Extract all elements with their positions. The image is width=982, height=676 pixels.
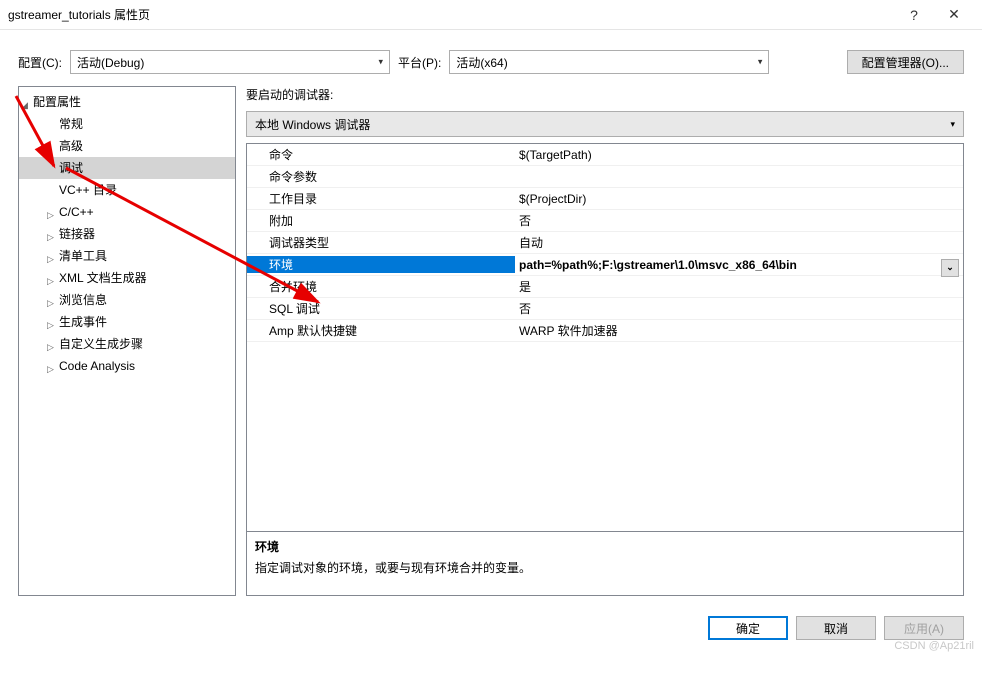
tree-item-2[interactable]: 调试 bbox=[19, 157, 235, 179]
cancel-button[interactable]: 取消 bbox=[796, 616, 876, 640]
prop-val[interactable]: WARP 软件加速器 bbox=[515, 322, 963, 339]
tree-item-label: 链接器 bbox=[59, 227, 95, 241]
prop-row-0[interactable]: 命令$(TargetPath) bbox=[247, 144, 963, 166]
tree-root[interactable]: ◢ 配置属性 bbox=[19, 91, 235, 113]
chevron-down-icon: ▾ bbox=[378, 57, 383, 68]
tree-item-label: C/C++ bbox=[59, 205, 94, 219]
chevron-down-icon: ▾ bbox=[950, 119, 955, 130]
expand-icon[interactable]: ▷ bbox=[47, 337, 54, 357]
platform-value: 活动(x64) bbox=[456, 54, 507, 71]
footer: 确定 取消 应用(A) bbox=[0, 606, 982, 650]
tree-item-label: 自定义生成步骤 bbox=[59, 337, 143, 351]
prop-row-2[interactable]: 工作目录$(ProjectDir) bbox=[247, 188, 963, 210]
chevron-down-icon: ▾ bbox=[758, 57, 763, 68]
tree-item-3[interactable]: VC++ 目录 bbox=[19, 179, 235, 201]
titlebar: gstreamer_tutorials 属性页 ? ✕ bbox=[0, 0, 982, 30]
property-tree[interactable]: ◢ 配置属性 常规高级调试 VC++ 目录 ▷ C/C++ ▷ 链接器 ▷ 清单工具 ▷ XML … bbox=[18, 86, 236, 596]
tree-item-8[interactable]: ▷ 浏览信息 bbox=[19, 289, 235, 311]
config-manager-button[interactable]: 配置管理器(O)... bbox=[847, 50, 964, 74]
description-panel: 环境 指定调试对象的环境，或要与现有环境合并的变量。 bbox=[247, 531, 963, 595]
expand-icon[interactable]: ▷ bbox=[47, 271, 54, 291]
tree-root-label: 配置属性 bbox=[33, 95, 81, 109]
debugger-label: 要启动的调试器: bbox=[246, 86, 964, 105]
prop-val[interactable]: 自动 bbox=[515, 234, 963, 251]
prop-key: Amp 默认快捷键 bbox=[247, 322, 515, 339]
prop-val[interactable]: $(TargetPath) bbox=[515, 148, 963, 162]
tree-item-label: XML 文档生成器 bbox=[59, 271, 147, 285]
desc-title: 环境 bbox=[255, 538, 955, 555]
tree-item-label: 生成事件 bbox=[59, 315, 107, 329]
expand-icon[interactable]: ▷ bbox=[47, 293, 54, 313]
properties-list[interactable]: 命令$(TargetPath)命令参数工作目录$(ProjectDir)附加否调… bbox=[247, 144, 963, 531]
expand-icon[interactable]: ▷ bbox=[47, 359, 54, 379]
prop-row-1[interactable]: 命令参数 bbox=[247, 166, 963, 188]
debugger-value: 本地 Windows 调试器 bbox=[255, 116, 370, 133]
tree-item-label: VC++ 目录 bbox=[59, 183, 117, 197]
prop-row-8[interactable]: Amp 默认快捷键WARP 软件加速器 bbox=[247, 320, 963, 342]
prop-key: 调试器类型 bbox=[247, 234, 515, 251]
close-button[interactable]: ✕ bbox=[934, 0, 974, 30]
prop-key: 命令 bbox=[247, 146, 515, 163]
desc-text: 指定调试对象的环境，或要与现有环境合并的变量。 bbox=[255, 559, 955, 576]
prop-val[interactable]: 否 bbox=[515, 300, 963, 317]
prop-row-3[interactable]: 附加否 bbox=[247, 210, 963, 232]
platform-label: 平台(P): bbox=[398, 54, 441, 71]
expand-icon[interactable]: ▷ bbox=[47, 227, 54, 247]
prop-val[interactable]: 否 bbox=[515, 212, 963, 229]
debugger-select[interactable]: 本地 Windows 调试器 ▾ bbox=[246, 111, 964, 137]
help-button[interactable]: ? bbox=[894, 0, 934, 30]
expand-icon[interactable]: ▷ bbox=[47, 315, 54, 335]
tree-item-0[interactable]: 常规 bbox=[19, 113, 235, 135]
right-panel: 要启动的调试器: 本地 Windows 调试器 ▾ 命令$(TargetPath… bbox=[246, 86, 964, 596]
tree-item-11[interactable]: ▷ Code Analysis bbox=[19, 355, 235, 377]
prop-val[interactable]: $(ProjectDir) bbox=[515, 192, 963, 206]
prop-val[interactable]: 是 bbox=[515, 278, 963, 295]
tree-item-6[interactable]: ▷ 清单工具 bbox=[19, 245, 235, 267]
config-label: 配置(C): bbox=[18, 54, 62, 71]
prop-row-6[interactable]: 合并环境是 bbox=[247, 276, 963, 298]
config-value: 活动(Debug) bbox=[77, 54, 144, 71]
platform-select[interactable]: 活动(x64) ▾ bbox=[449, 50, 769, 74]
tree-item-9[interactable]: ▷ 生成事件 bbox=[19, 311, 235, 333]
tree-item-label: 浏览信息 bbox=[59, 293, 107, 307]
prop-row-7[interactable]: SQL 调试否 bbox=[247, 298, 963, 320]
tree-item-7[interactable]: ▷ XML 文档生成器 bbox=[19, 267, 235, 289]
properties-panel: 命令$(TargetPath)命令参数工作目录$(ProjectDir)附加否调… bbox=[246, 143, 964, 596]
main-area: ◢ 配置属性 常规高级调试 VC++ 目录 ▷ C/C++ ▷ 链接器 ▷ 清单工具 ▷ XML … bbox=[0, 86, 982, 606]
prop-row-5[interactable]: 环境path=%path%;F:\gstreamer\1.0\msvc_x86_… bbox=[247, 254, 963, 276]
tree-item-label: 高级 bbox=[59, 139, 83, 153]
prop-row-4[interactable]: 调试器类型自动 bbox=[247, 232, 963, 254]
config-select[interactable]: 活动(Debug) ▾ bbox=[70, 50, 390, 74]
tree-item-4[interactable]: ▷ C/C++ bbox=[19, 201, 235, 223]
window-title: gstreamer_tutorials 属性页 bbox=[8, 6, 894, 23]
prop-key: 命令参数 bbox=[247, 168, 515, 185]
tree-item-5[interactable]: ▷ 链接器 bbox=[19, 223, 235, 245]
apply-button: 应用(A) bbox=[884, 616, 964, 640]
expand-icon[interactable]: ▷ bbox=[47, 205, 54, 225]
tree-item-1[interactable]: 高级 bbox=[19, 135, 235, 157]
prop-key: 附加 bbox=[247, 212, 515, 229]
toolbar: 配置(C): 活动(Debug) ▾ 平台(P): 活动(x64) ▾ 配置管理… bbox=[0, 30, 982, 86]
tree-item-label: Code Analysis bbox=[59, 359, 135, 373]
prop-key: 合并环境 bbox=[247, 278, 515, 295]
prop-val[interactable]: path=%path%;F:\gstreamer\1.0\msvc_x86_64… bbox=[515, 258, 963, 272]
tree-item-label: 调试 bbox=[59, 161, 83, 175]
prop-key: 工作目录 bbox=[247, 190, 515, 207]
watermark: CSDN @Ap21ril bbox=[894, 640, 974, 652]
ok-button[interactable]: 确定 bbox=[708, 616, 788, 640]
prop-key: SQL 调试 bbox=[247, 300, 515, 317]
dropdown-icon[interactable]: ⌄ bbox=[941, 259, 959, 277]
collapse-icon[interactable]: ◢ bbox=[21, 95, 28, 115]
prop-key: 环境 bbox=[247, 256, 515, 273]
tree-item-label: 常规 bbox=[59, 117, 83, 131]
tree-item-label: 清单工具 bbox=[59, 249, 107, 263]
expand-icon[interactable]: ▷ bbox=[47, 249, 54, 269]
tree-item-10[interactable]: ▷ 自定义生成步骤 bbox=[19, 333, 235, 355]
